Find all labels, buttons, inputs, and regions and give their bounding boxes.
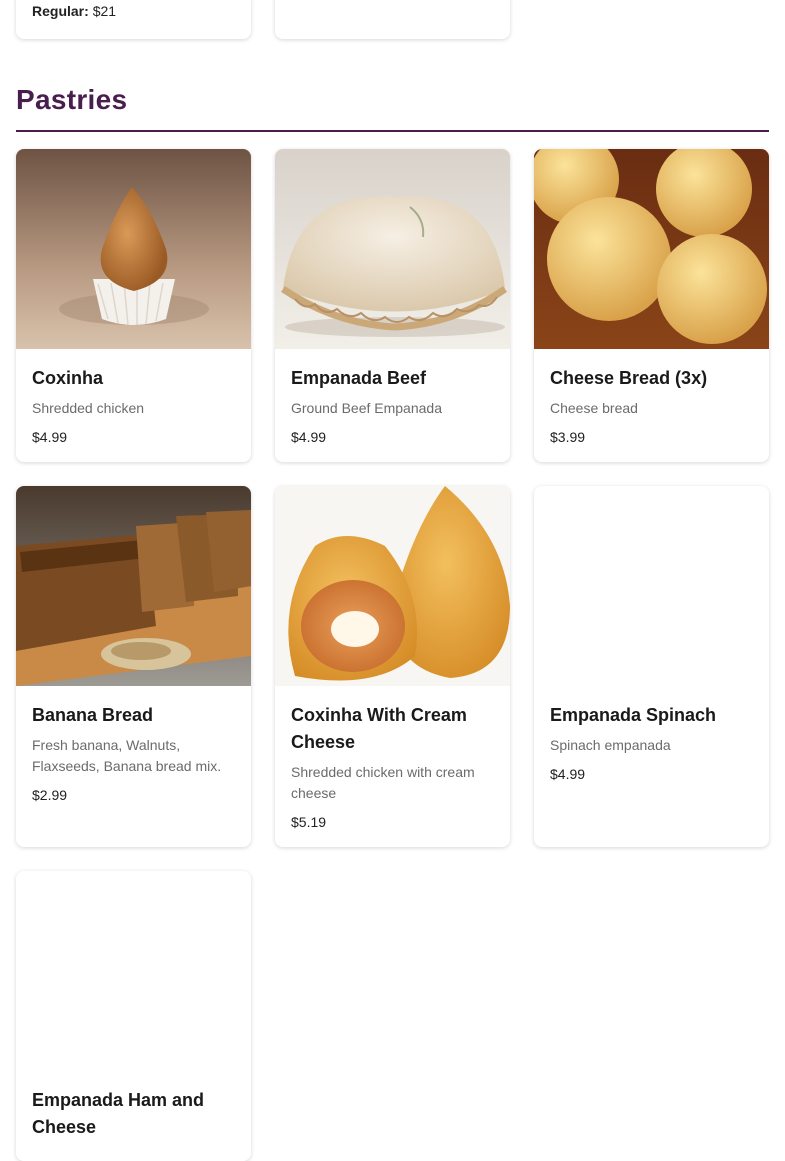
item-image bbox=[16, 149, 251, 349]
item-title: Cheese Bread (3x) bbox=[550, 368, 708, 388]
item-title: Coxinha With Cream Cheese bbox=[291, 705, 467, 752]
menu-item-card[interactable]: Coxinha Shredded chicken $4.99 bbox=[16, 149, 251, 462]
item-description: Fresh banana, Walnuts, Flaxseeds, Banana… bbox=[32, 737, 222, 774]
item-title: Banana Bread bbox=[32, 705, 154, 725]
item-image-placeholder bbox=[16, 871, 251, 1071]
item-image bbox=[534, 149, 769, 349]
item-image bbox=[275, 486, 510, 686]
item-title: Coxinha bbox=[32, 368, 104, 388]
item-price: $5.19 bbox=[291, 814, 327, 830]
menu-item-card[interactable]: Banana Bread Fresh banana, Walnuts, Flax… bbox=[16, 486, 251, 847]
item-image-placeholder bbox=[534, 486, 769, 686]
item-price: $3.99 bbox=[550, 429, 586, 445]
menu-item-card[interactable]: Cheese Bread (3x) Cheese bread $3.99 bbox=[534, 149, 769, 462]
menu-item-card[interactable]: Empanada Beef Ground Beef Empanada $4.99 bbox=[275, 149, 510, 462]
previous-item-price: Regular: $21 bbox=[32, 3, 116, 19]
item-description: Ground Beef Empanada bbox=[291, 400, 442, 416]
previous-item-card[interactable] bbox=[275, 0, 510, 39]
menu-item-card[interactable]: Empanada Ham and Cheese bbox=[16, 871, 251, 1161]
regular-label: Regular: bbox=[32, 3, 89, 19]
item-title: Empanada Spinach bbox=[550, 705, 717, 725]
item-price: $4.99 bbox=[550, 766, 586, 782]
item-price: $4.99 bbox=[291, 429, 327, 445]
menu-item-card[interactable]: Coxinha With Cream Cheese Shredded chick… bbox=[275, 486, 510, 847]
regular-price: $21 bbox=[92, 3, 117, 19]
item-description: Spinach empanada bbox=[550, 737, 671, 753]
item-description: Shredded chicken with cream cheese bbox=[291, 764, 475, 801]
section-title: Pastries bbox=[16, 84, 128, 115]
item-image bbox=[275, 149, 510, 349]
item-image bbox=[16, 486, 251, 686]
menu-item-card[interactable]: Empanada Spinach Spinach empanada $4.99 bbox=[534, 486, 769, 847]
item-title: Empanada Ham and Cheese bbox=[32, 1090, 205, 1137]
item-price: $4.99 bbox=[32, 429, 68, 445]
item-title: Empanada Beef bbox=[291, 368, 427, 388]
item-description: Cheese bread bbox=[550, 400, 638, 416]
item-price: $2.99 bbox=[32, 787, 68, 803]
item-description: Shredded chicken bbox=[32, 400, 145, 416]
section-divider bbox=[16, 130, 769, 132]
